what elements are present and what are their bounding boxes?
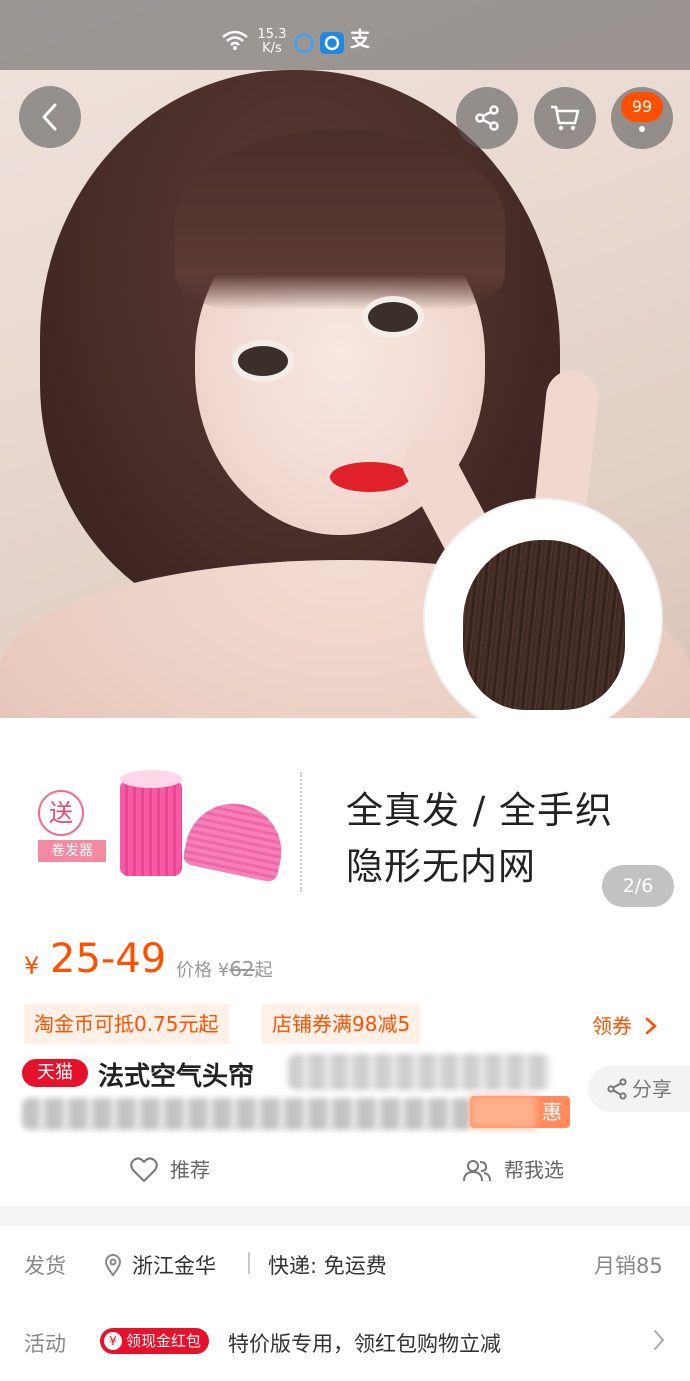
heart-icon (130, 1157, 158, 1182)
recommend-button[interactable]: 推荐 (130, 1154, 210, 1183)
product-photo-eye (232, 340, 294, 382)
cart-icon (551, 105, 580, 131)
activity-row[interactable]: 活动 ¥ 领现金红包 特价版专用，领红包购物立减 (0, 1304, 690, 1381)
activity-label: 活动 (24, 1332, 66, 1356)
original-price: 价格 ¥62起 (176, 957, 273, 981)
shipping-row[interactable]: 发货 浙江金华 快递: 免运费 月销85 (0, 1226, 690, 1304)
status-bar: 15.3 K/s 支 (0, 0, 690, 70)
activity-description: 特价版专用，领红包购物立减 (228, 1332, 501, 1356)
back-button[interactable] (19, 86, 81, 148)
image-pager: 2/6 (602, 865, 674, 907)
network-speed: 15.3 K/s (257, 27, 287, 56)
product-photo-lips (330, 462, 410, 492)
feature-line-1: 全真发 / 全手织 (346, 789, 613, 832)
shipping-label: 发货 (24, 1254, 66, 1278)
product-photo-bangs (175, 130, 505, 310)
product-info-card: ¥ 25-49 价格 ¥62起 淘金币可抵0.75元起 店铺券满98减5 领券 … (0, 928, 690, 1206)
price-range: 25-49 (50, 936, 167, 982)
monthly-sales: 月销85 (594, 1254, 663, 1278)
express-fee: 快递: 免运费 (268, 1254, 387, 1278)
get-coupon-link[interactable]: 领券 (592, 1010, 658, 1039)
chevron-left-icon (42, 103, 57, 131)
app-notification-icon (294, 33, 314, 53)
wifi-icon (222, 30, 248, 51)
redacted-title-text (288, 1054, 550, 1090)
coin-discount-tag[interactable]: 淘金币可抵0.75元起 (24, 1004, 229, 1044)
tmall-badge: 天猫 (22, 1059, 88, 1087)
yen-coin-icon: ¥ (104, 1332, 122, 1350)
gift-badge: 送 (38, 790, 84, 836)
price-currency: ¥ (24, 952, 40, 980)
product-title: 法式空气头帘 (98, 1062, 255, 1092)
divider (248, 1252, 250, 1274)
help-me-choose-button[interactable]: 帮我选 (462, 1154, 564, 1183)
bangs-product-inset (425, 500, 661, 718)
location-pin-icon (104, 1254, 122, 1277)
redacted-title-text (22, 1098, 472, 1130)
cart-count-badge: 99 (621, 92, 663, 122)
share-side-button[interactable]: 分享 (588, 1066, 690, 1112)
product-feature-banner: 送 卷发器 全真发 / 全手织 隐形无内网 2/6 (0, 718, 690, 928)
shop-coupon-tag[interactable]: 店铺券满98减5 (262, 1004, 421, 1044)
hair-roller-image (181, 794, 291, 884)
people-icon (463, 1160, 491, 1182)
red-packet-tag: ¥ 领现金红包 (100, 1328, 210, 1354)
product-photo-eye (362, 296, 424, 338)
chevron-right-icon (646, 1017, 658, 1035)
promo-tag: 惠 (470, 1096, 570, 1128)
hair-roller-image (120, 770, 182, 876)
banner-divider (300, 772, 302, 892)
cart-button[interactable] (534, 87, 596, 149)
chevron-right-icon (654, 1330, 665, 1350)
feature-line-2: 隐形无内网 (346, 845, 536, 888)
alipay-icon: 支 (350, 27, 370, 51)
browser-notification-icon (320, 32, 344, 54)
ship-from-location: 浙江金华 (104, 1250, 216, 1280)
gift-label: 卷发器 (38, 840, 106, 862)
share-icon (607, 1078, 627, 1100)
share-icon (475, 105, 499, 131)
product-image-gallery[interactable]: 15.3 K/s 支 99 (0, 0, 690, 718)
share-button[interactable] (456, 87, 518, 149)
